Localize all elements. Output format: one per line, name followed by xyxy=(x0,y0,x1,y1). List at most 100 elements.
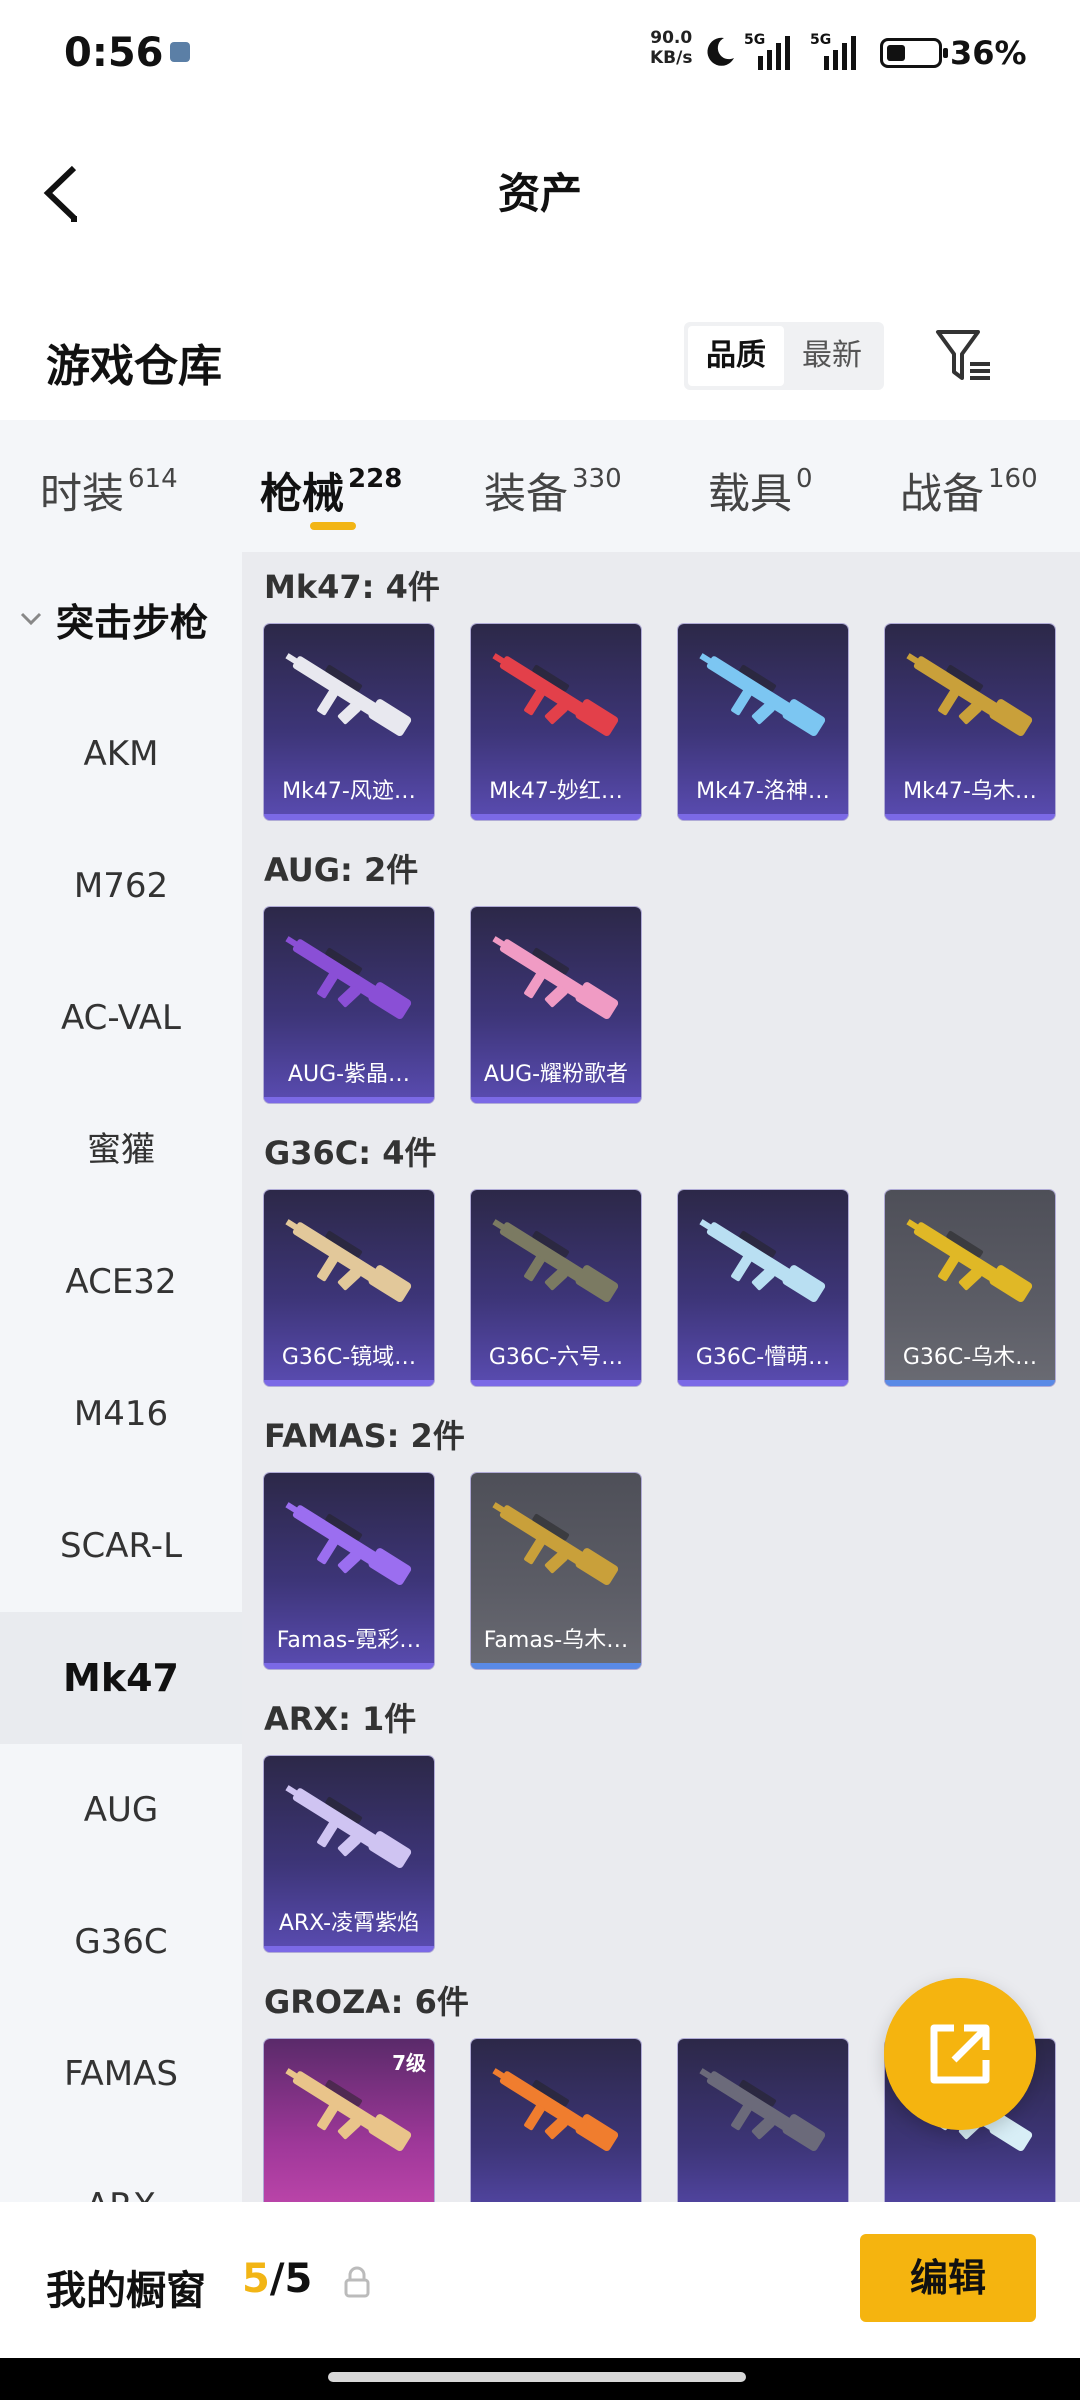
sidebar-item-mk47[interactable]: Mk47 xyxy=(0,1612,242,1744)
network-speed: 90.0 KB/s xyxy=(650,28,692,68)
weapon-card-name: G36C-乌木… xyxy=(902,1345,1038,1370)
weapon-skin-image xyxy=(699,2068,826,2152)
network-speed-unit: KB/s xyxy=(650,48,693,68)
weapon-card-name xyxy=(471,2187,641,2202)
weapon-card-name xyxy=(264,2187,434,2202)
weapon-card[interactable]: Mk47-乌木… xyxy=(885,624,1055,820)
quality-bar xyxy=(264,1097,434,1103)
weapon-card[interactable]: G36C-六号… xyxy=(471,1190,641,1386)
sidebar-item-scar-l[interactable]: SCAR-L xyxy=(0,1480,242,1612)
filter-icon[interactable] xyxy=(934,326,994,386)
tab-count: 160 xyxy=(988,464,1038,494)
quality-bar xyxy=(885,1380,1055,1386)
sidebar-item-ace32[interactable]: ACE32 xyxy=(0,1216,242,1348)
weapon-card[interactable]: 7级 xyxy=(264,2039,434,2202)
weapon-card-name: G36C-懵萌… xyxy=(695,1345,831,1370)
weapon-card[interactable]: G36C-懵萌… xyxy=(678,1190,848,1386)
signal-5g-icon-2: 5G xyxy=(810,32,856,70)
status-time: 0:56 xyxy=(64,30,164,76)
weapon-card-name: G36C-镜域… xyxy=(281,1345,417,1370)
status-bar: 0:56 90.0 KB/s 5G 5G 36% xyxy=(0,0,1080,108)
sidebar-item-m762[interactable]: M762 xyxy=(0,820,242,952)
tab-label: 装备 xyxy=(484,469,569,518)
sidebar-group-label: 突击步枪 xyxy=(56,601,209,645)
weapon-card[interactable]: G36C-镜域… xyxy=(264,1190,434,1386)
tab-equipment[interactable]: 装备 330 xyxy=(484,460,622,521)
weapon-card[interactable]: ARX-凌霄紫焰 xyxy=(264,1756,434,1952)
quality-bar xyxy=(471,1663,641,1669)
battery-icon xyxy=(880,38,948,68)
quality-bar xyxy=(471,814,641,820)
weapon-card-name: G36C-六号… xyxy=(488,1345,624,1370)
tab-fashion[interactable]: 时装 614 xyxy=(40,460,178,521)
weapon-card-name xyxy=(678,2187,848,2202)
group-title: AUG: 2件 xyxy=(264,851,419,889)
showcase-bar: 我的橱窗 5/5 编辑 xyxy=(0,2202,1080,2358)
weapon-skin-image xyxy=(285,1785,412,1869)
share-button[interactable] xyxy=(884,1978,1036,2130)
weapon-card[interactable]: AUG-耀粉歌者 xyxy=(471,907,641,1103)
home-gesture-handle[interactable] xyxy=(328,2372,746,2382)
tab-count: 228 xyxy=(348,464,403,494)
weapon-card[interactable]: Mk47-洛神… xyxy=(678,624,848,820)
notification-app-icon xyxy=(170,42,190,62)
weapon-card-name: Mk47-妙红… xyxy=(489,779,623,804)
sidebar-item-famas[interactable]: FAMAS xyxy=(0,2008,242,2140)
weapon-skin-image xyxy=(492,1219,619,1303)
weapon-card-name: AUG-紫晶… xyxy=(287,1062,411,1087)
tab-label: 枪械 xyxy=(260,469,345,518)
sidebar-item-m416[interactable]: M416 xyxy=(0,1348,242,1480)
group-title: Mk47: 4件 xyxy=(264,568,440,606)
weapon-card-name: Mk47-洛神… xyxy=(696,779,830,804)
weapon-card[interactable]: Famas-霓彩… xyxy=(264,1473,434,1669)
tab-count: 0 xyxy=(796,464,813,494)
sidebar-group-assault-rifles[interactable]: 突击步枪 xyxy=(0,592,242,662)
weapon-skin-image xyxy=(492,936,619,1020)
network-label-1: 5G xyxy=(744,32,765,48)
quality-bar xyxy=(264,814,434,820)
active-tab-indicator xyxy=(310,522,356,530)
edit-button[interactable]: 编辑 xyxy=(860,2234,1036,2322)
weapon-skin-image xyxy=(699,1219,826,1303)
quality-bar xyxy=(885,814,1055,820)
weapon-card-name: ARX-凌霄紫焰 xyxy=(278,1911,420,1936)
group-title: G36C: 4件 xyxy=(264,1134,437,1172)
weapon-card[interactable]: Mk47-风迹… xyxy=(264,624,434,820)
sidebar-item-akm[interactable]: AKM xyxy=(0,688,242,820)
sidebar-item-ac-val[interactable]: AC-VAL xyxy=(0,952,242,1084)
quality-bar xyxy=(264,1380,434,1386)
showcase-count: 5/5 xyxy=(242,2256,312,2302)
sidebar-item-g36c[interactable]: G36C xyxy=(0,1876,242,2008)
tab-supplies[interactable]: 战备 160 xyxy=(900,460,1038,521)
weapon-card[interactable] xyxy=(678,2039,848,2202)
weapon-card[interactable]: Famas-乌木… xyxy=(471,1473,641,1669)
sort-newest-button[interactable]: 最新 xyxy=(784,326,880,386)
weapon-skin-image xyxy=(492,653,619,737)
quality-bar xyxy=(678,1380,848,1386)
system-nav-bar xyxy=(0,2358,1080,2400)
sidebar-item--[interactable]: 蜜獾 xyxy=(0,1084,242,1216)
weapon-card-name: Mk47-乌木… xyxy=(903,779,1037,804)
do-not-disturb-moon-icon xyxy=(707,37,734,66)
app-header: 资产 xyxy=(0,108,1080,268)
weapon-card-name xyxy=(885,2187,1055,2202)
weapon-card-name: Famas-乌木… xyxy=(483,1628,629,1653)
weapon-card[interactable]: AUG-紫晶… xyxy=(264,907,434,1103)
weapon-skin-image xyxy=(906,653,1033,737)
sidebar-item-arx[interactable]: ARX xyxy=(0,2140,242,2202)
lock-icon xyxy=(344,2266,370,2298)
weapon-card[interactable]: G36C-乌木… xyxy=(885,1190,1055,1386)
weapon-card[interactable] xyxy=(471,2039,641,2202)
battery-percent: 36% xyxy=(950,34,1027,72)
weapon-skin-image xyxy=(285,653,412,737)
tab-guns[interactable]: 枪械 228 xyxy=(260,460,402,521)
tab-label: 战备 xyxy=(900,469,985,518)
warehouse-header: 游戏仓库 品质 最新 xyxy=(0,290,1080,420)
tab-vehicles[interactable]: 载具 0 xyxy=(708,460,813,521)
weapon-card-name: AUG-耀粉歌者 xyxy=(483,1062,629,1087)
tab-label: 时装 xyxy=(40,469,125,518)
weapon-card[interactable]: Mk47-妙红… xyxy=(471,624,641,820)
sidebar-item-aug[interactable]: AUG xyxy=(0,1744,242,1876)
weapon-skin-image xyxy=(699,653,826,737)
sort-quality-button[interactable]: 品质 xyxy=(688,326,784,386)
